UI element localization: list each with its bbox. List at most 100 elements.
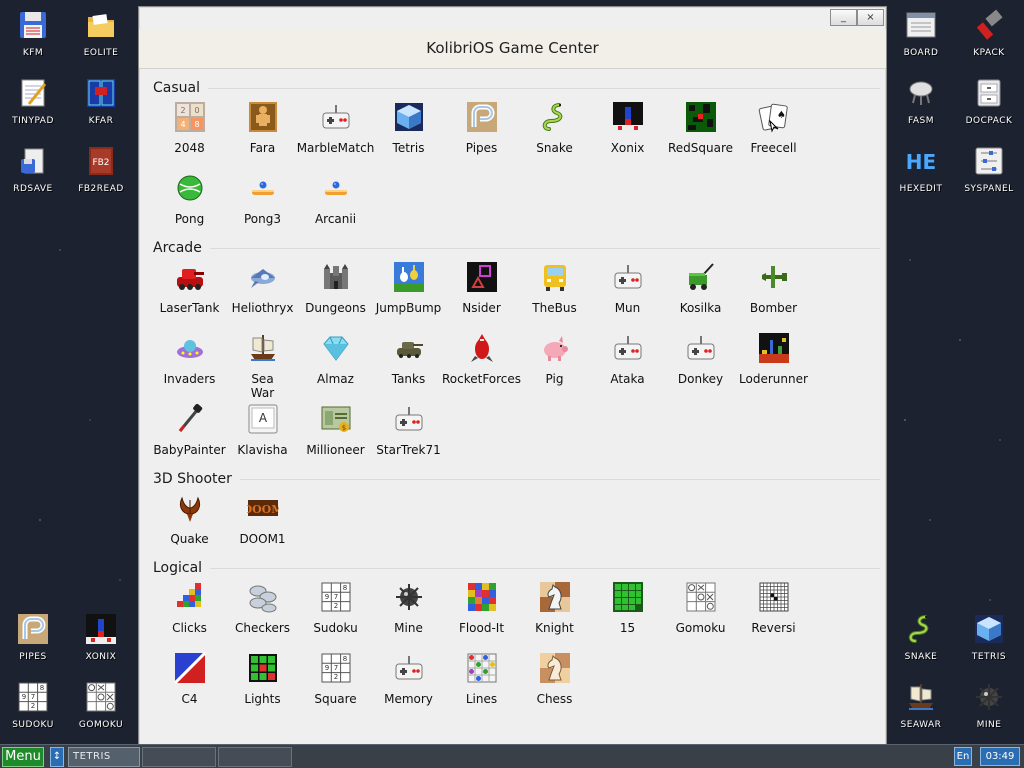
- cards-icon: ♠: [758, 101, 790, 133]
- desktop-icon-pipes[interactable]: PIPES: [1, 612, 65, 662]
- game-reversi[interactable]: Reversi: [737, 577, 810, 648]
- game-loderunner[interactable]: Loderunner: [737, 328, 810, 399]
- game-chess[interactable]: Chess: [518, 648, 591, 719]
- game-heliothryx[interactable]: Heliothryx: [226, 257, 299, 328]
- game-memory[interactable]: Memory: [372, 648, 445, 719]
- chess-icon: [539, 652, 571, 684]
- game-donkey[interactable]: Donkey: [664, 328, 737, 399]
- game-dungeons[interactable]: Dungeons: [299, 257, 372, 328]
- game-lasertank[interactable]: LaserTank: [153, 257, 226, 328]
- tetris-icon: [972, 612, 1006, 646]
- desktop-icon-board[interactable]: BOARD: [889, 8, 953, 58]
- game-pong[interactable]: Pong: [153, 168, 226, 239]
- game-snake[interactable]: Snake: [518, 97, 591, 168]
- gamepad-icon: [612, 332, 644, 364]
- game-flood-it[interactable]: Flood-It: [445, 577, 518, 648]
- game-freecell[interactable]: ♠ Freecell: [737, 97, 810, 168]
- svg-text:$: $: [341, 424, 345, 432]
- game-thebus[interactable]: TheBus: [518, 257, 591, 328]
- game-knight[interactable]: Knight: [518, 577, 591, 648]
- game-pipes[interactable]: Pipes: [445, 97, 518, 168]
- game-lights[interactable]: Lights: [226, 648, 299, 719]
- desktop-icon-eolite[interactable]: EOLITE: [69, 8, 133, 58]
- desktop-icon-rdsave[interactable]: RDSAVE: [1, 144, 65, 194]
- desktop-icon-label: KFAR: [88, 116, 114, 126]
- game-label: Pig: [545, 372, 564, 386]
- desktop-icon-kfm[interactable]: KFM: [1, 8, 65, 58]
- taskbar: Menu ↕ TETRIS En 03:49: [0, 744, 1024, 768]
- desktop-icon-tetris[interactable]: TETRIS: [957, 612, 1021, 662]
- game-lines[interactable]: Lines: [445, 648, 518, 719]
- desktop-icon-mine[interactable]: MINE: [957, 680, 1021, 730]
- game-doom1[interactable]: DOOM DOOM1: [226, 488, 299, 559]
- desktop-icon-label: TINYPAD: [12, 116, 54, 126]
- game-invaders[interactable]: Invaders: [153, 328, 226, 399]
- desktop-icon-docpack[interactable]: DOCPACK: [957, 76, 1021, 126]
- desktop-icon-hexedit[interactable]: HE HEXEDIT: [889, 144, 953, 194]
- game-2048[interactable]: 2 0 4 8 2048: [153, 97, 226, 168]
- game-startrek71[interactable]: StarTrek71: [372, 399, 445, 470]
- minimize-button[interactable]: _: [830, 9, 857, 26]
- game-quake[interactable]: Quake: [153, 488, 226, 559]
- game-tanks[interactable]: Tanks: [372, 328, 445, 399]
- game-rocketforces[interactable]: RocketForces: [442, 328, 521, 399]
- docpack-icon: [972, 76, 1006, 110]
- game-marblematch[interactable]: MarbleMatch: [297, 97, 374, 168]
- game-gomoku[interactable]: Gomoku: [664, 577, 737, 648]
- game-mine[interactable]: Mine: [372, 577, 445, 648]
- game-sea-war[interactable]: Sea War: [226, 328, 299, 400]
- game-millioneer[interactable]: $ Millioneer: [299, 399, 372, 470]
- game-square[interactable]: 8 9 7 2 Square: [299, 648, 372, 719]
- game-almaz[interactable]: Almaz: [299, 328, 372, 399]
- game-pig[interactable]: Pig: [518, 328, 591, 399]
- desktop-icon-label: SNAKE: [904, 652, 938, 662]
- game-grid: 2 0 4 8 2048 Fara MarbleMatch Tetris Pipes Snake X…: [153, 97, 882, 239]
- game-mun[interactable]: Mun: [591, 257, 664, 328]
- fasm-icon: [904, 76, 938, 110]
- clock[interactable]: 03:49: [980, 747, 1020, 766]
- language-indicator[interactable]: En: [954, 747, 972, 766]
- game-label: JumpBump: [375, 301, 442, 315]
- desktop-icon-xonix[interactable]: XONIX: [69, 612, 133, 662]
- switch-arrow-button[interactable]: ↕: [50, 746, 64, 767]
- taskbar-task-slot[interactable]: [218, 746, 292, 767]
- game-label: Memory: [384, 692, 433, 706]
- desktop-icon-label: FB2READ: [78, 184, 124, 194]
- game-nsider[interactable]: Nsider: [445, 257, 518, 328]
- desktop-icon-fasm[interactable]: FASM: [889, 76, 953, 126]
- desktop-icon-snake[interactable]: SNAKE: [889, 612, 953, 662]
- game-ataka[interactable]: Ataka: [591, 328, 664, 399]
- game-label: RedSquare: [667, 141, 734, 155]
- desktop-icon-syspanel[interactable]: SYSPANEL: [957, 144, 1021, 194]
- taskbar-task-slot[interactable]: [142, 746, 216, 767]
- desktop-icon-kfar[interactable]: KFAR: [69, 76, 133, 126]
- game-babypainter[interactable]: BabyPainter: [153, 399, 226, 470]
- game-fara[interactable]: Fara: [226, 97, 299, 168]
- menu-button[interactable]: Menu: [2, 746, 44, 767]
- desktop-icon-gomoku[interactable]: GOMOKU: [69, 680, 133, 730]
- pig-icon: [539, 332, 571, 364]
- game-pong3[interactable]: Pong3: [226, 168, 299, 239]
- game-jumpbump[interactable]: JumpBump: [372, 257, 445, 328]
- desktop-icon-tinypad[interactable]: TINYPAD: [1, 76, 65, 126]
- taskbar-task-tetris[interactable]: TETRIS: [68, 746, 140, 767]
- gamepad-icon: [393, 403, 425, 435]
- game-15[interactable]: 15: [591, 577, 664, 648]
- snake-icon: [539, 101, 571, 133]
- game-kosilka[interactable]: Kosilka: [664, 257, 737, 328]
- game-checkers[interactable]: Checkers: [226, 577, 299, 648]
- desktop-icon-kpack[interactable]: KPACK: [957, 8, 1021, 58]
- desktop-icon-fb2read[interactable]: FB2 FB2READ: [69, 144, 133, 194]
- close-button[interactable]: ×: [857, 9, 884, 26]
- game-c4[interactable]: C4: [153, 648, 226, 719]
- game-sudoku[interactable]: 8 9 7 2 Sudoku: [299, 577, 372, 648]
- desktop-icon-seawar[interactable]: SEAWAR: [889, 680, 953, 730]
- game-xonix[interactable]: Xonix: [591, 97, 664, 168]
- game-arcanii[interactable]: Arcanii: [299, 168, 372, 239]
- game-redsquare[interactable]: RedSquare: [664, 97, 737, 168]
- game-tetris[interactable]: Tetris: [372, 97, 445, 168]
- desktop-icon-sudoku[interactable]: 8 9 7 2 SUDOKU: [1, 680, 65, 730]
- game-klavisha[interactable]: A Klavisha: [226, 399, 299, 470]
- game-bomber[interactable]: Bomber: [737, 257, 810, 328]
- game-clicks[interactable]: Clicks: [153, 577, 226, 648]
